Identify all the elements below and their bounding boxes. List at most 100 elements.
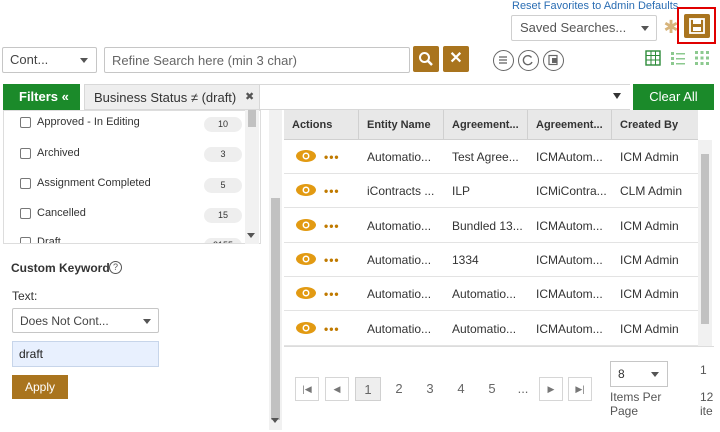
save-icon <box>689 18 705 34</box>
field-operator-select[interactable]: Cont... <box>2 47 97 73</box>
next-page-button[interactable]: ▶ <box>539 377 563 401</box>
checkbox[interactable] <box>20 148 31 159</box>
last-page-button[interactable]: ▶| <box>568 377 592 401</box>
checkbox[interactable] <box>20 237 31 243</box>
page-button-5[interactable]: 5 <box>479 377 505 401</box>
saved-searches-select[interactable]: Saved Searches... <box>511 15 657 41</box>
reset-favorites-link[interactable]: Reset Favorites to Admin Defaults <box>512 0 678 12</box>
page-button-1[interactable]: 1 <box>355 377 381 401</box>
chevron-down-icon <box>80 58 88 63</box>
table-cell-agreement2: ICMAutom... <box>536 252 603 267</box>
tile-view-icon[interactable] <box>694 50 710 66</box>
grid-scrollbar[interactable] <box>698 140 712 346</box>
more-icon[interactable]: ••• <box>324 220 340 232</box>
items-per-page-value: 8 <box>618 367 625 381</box>
items-per-page-label: Items Per Page <box>610 390 662 418</box>
page-button-2[interactable]: 2 <box>386 377 412 401</box>
eye-icon[interactable] <box>295 183 317 197</box>
more-icon[interactable]: ••• <box>324 288 340 300</box>
column-header-entity-name[interactable]: Entity Name <box>359 110 444 140</box>
table-cell-agreement2: ICMAutom... <box>536 150 603 164</box>
prev-page-button[interactable]: ◀ <box>325 377 349 401</box>
table-cell-agreement1: Test Agree... <box>452 150 519 164</box>
status-list-scrollbar[interactable] <box>245 110 259 244</box>
items-per-page-select[interactable]: 8 <box>610 361 668 387</box>
checkbox[interactable] <box>20 117 31 128</box>
save-search-button[interactable] <box>684 14 710 38</box>
checkbox[interactable] <box>20 208 31 219</box>
refresh-circle-icon[interactable] <box>518 50 539 71</box>
eye-icon[interactable] <box>295 149 317 163</box>
table-cell-entity: Automatio... <box>367 218 432 233</box>
chevron-down-icon[interactable] <box>271 418 279 423</box>
search-button[interactable] <box>413 46 439 72</box>
table-cell-entity: Automatio... <box>367 150 432 164</box>
filter-panel-scrollbar[interactable] <box>269 110 282 430</box>
table-cell-agreement2: ICMiContra... <box>536 184 607 199</box>
clear-all-button[interactable]: Clear All <box>633 84 714 110</box>
status-count-badge: 3 <box>204 147 242 162</box>
status-filter-list: Approved - In Editing 10 Archived 3 Assi… <box>3 110 261 244</box>
chevron-down-icon[interactable] <box>247 233 255 238</box>
more-icon[interactable]: ••• <box>324 254 340 266</box>
more-icon[interactable]: ••• <box>324 151 340 163</box>
grid-view-icon[interactable] <box>645 50 661 66</box>
table-row[interactable]: ••• Automatio... 1334 ICMAutom... ICM Admin <box>284 242 698 277</box>
search-icon <box>419 52 433 66</box>
column-header-agreement-1[interactable]: Agreement... <box>444 110 528 140</box>
status-label: Approved - In Editing <box>37 116 140 128</box>
range-line-1: 1 <box>700 363 707 377</box>
keyword-text-input[interactable] <box>12 341 159 367</box>
status-count-badge: 15 <box>204 208 242 223</box>
table-cell-created-by: ICM Admin <box>620 150 679 164</box>
range-line-3: ite <box>700 404 713 418</box>
grid-header: Actions Entity Name Agreement... Agreeme… <box>284 110 698 140</box>
field-operator-value: Cont... <box>10 52 49 67</box>
table-row[interactable]: ••• Automatio... Automatio... ICMAutom... IC… <box>284 311 698 346</box>
eye-icon[interactable] <box>295 218 317 232</box>
table-cell-agreement2: ICMAutom... <box>536 218 603 233</box>
more-icon[interactable]: ••• <box>324 323 340 335</box>
clear-search-button[interactable]: ✕ <box>443 46 469 72</box>
list-view-icon[interactable] <box>670 50 686 66</box>
table-row[interactable]: ••• iContracts ... ILP ICMiContra... CLM Adm… <box>284 174 698 209</box>
custom-keyword-title: Custom Keyword <box>11 261 110 275</box>
filter-chip-business-status: Business Status ≠ (draft) <box>84 84 260 110</box>
chevron-down-icon[interactable] <box>613 93 621 99</box>
page-button-4[interactable]: 4 <box>448 377 474 401</box>
eye-icon[interactable] <box>295 286 317 300</box>
eye-icon[interactable] <box>295 252 317 266</box>
eye-icon[interactable] <box>295 321 317 335</box>
status-label: Archived <box>37 147 80 159</box>
export-circle-icon[interactable] <box>543 50 564 71</box>
table-row[interactable]: ••• Automatio... Bundled 13... ICMAutom... I… <box>284 208 698 243</box>
scrollbar-thumb[interactable] <box>271 198 280 420</box>
column-header-actions[interactable]: Actions <box>284 110 359 140</box>
scrollbar-thumb[interactable] <box>701 154 709 324</box>
scrollbar-thumb[interactable] <box>248 110 256 127</box>
filters-toggle-button[interactable]: Filters « <box>3 84 80 110</box>
refine-search-input[interactable] <box>104 47 410 73</box>
page-ellipsis[interactable]: ... <box>510 377 536 401</box>
column-header-agreement-2[interactable]: Agreement... <box>528 110 612 140</box>
more-icon[interactable]: ••• <box>324 185 340 197</box>
table-cell-created-by: ICM Admin <box>620 218 679 233</box>
page-button-3[interactable]: 3 <box>417 377 443 401</box>
status-label: Assignment Completed <box>37 177 151 189</box>
column-header-created-by[interactable]: Created By <box>612 110 698 140</box>
table-row[interactable]: ••• Automatio... Test Agree... ICMAutom... I… <box>284 140 698 174</box>
table-cell-entity: Automatio... <box>367 252 432 267</box>
info-icon[interactable]: ? <box>109 261 122 274</box>
checkbox[interactable] <box>20 178 31 189</box>
list-circle-icon[interactable] <box>493 50 514 71</box>
first-page-button[interactable]: |◀ <box>295 377 319 401</box>
close-icon[interactable]: ✖ <box>245 90 254 103</box>
keyword-operator-select[interactable]: Does Not Cont... <box>12 308 159 333</box>
table-cell-agreement1: Automatio... <box>452 287 517 302</box>
table-row[interactable]: ••• Automatio... Automatio... ICMAutom... IC… <box>284 277 698 312</box>
table-cell-entity: Automatio... <box>367 287 432 302</box>
text-label: Text: <box>12 289 38 303</box>
apply-button[interactable]: Apply <box>12 375 68 399</box>
table-cell-agreement1: ILP <box>452 184 471 199</box>
table-cell-entity: iContracts ... <box>367 184 435 199</box>
